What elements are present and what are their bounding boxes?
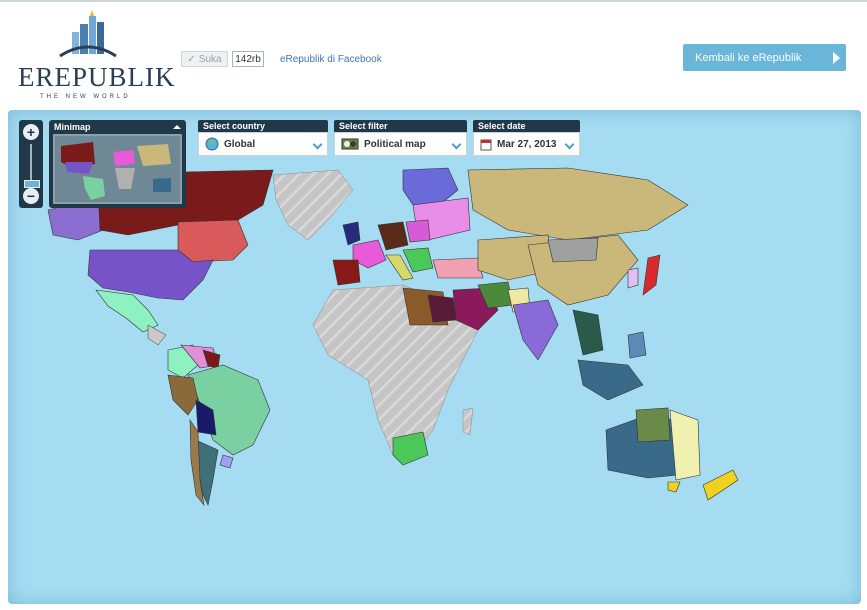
chevron-down-icon[interactable]: [312, 139, 323, 150]
globe-icon: [205, 137, 219, 151]
country-selector-label: Select country: [198, 120, 328, 132]
region-turkey: [432, 257, 484, 279]
region-egypt: [427, 294, 457, 323]
filter-dropdown[interactable]: Political map: [334, 132, 467, 156]
region-mongolia: [547, 237, 599, 263]
region-india: [512, 299, 559, 361]
minimap-image: [53, 134, 182, 204]
building-logo-icon: [59, 10, 117, 58]
calendar-icon: [480, 139, 492, 150]
minimap-view[interactable]: [53, 134, 182, 204]
region-japan: [642, 254, 661, 296]
zoom-control[interactable]: + −: [19, 120, 43, 208]
region-south-africa: [392, 431, 429, 466]
world-map[interactable]: + − Minimap Select country Global Select…: [8, 110, 861, 604]
zoom-track[interactable]: [30, 144, 32, 184]
region-southeast-asia: [572, 309, 604, 356]
region-tasmania: [667, 481, 681, 493]
checkmark-icon: ✓: [187, 53, 196, 65]
logo-tagline: THE NEW WORLD: [40, 94, 131, 100]
region-korea: [627, 267, 639, 289]
region-caribbean: [147, 324, 167, 346]
minimap-panel[interactable]: Minimap: [49, 120, 186, 208]
filter-selected-value: Political map: [364, 138, 426, 150]
minimap-title: Minimap: [54, 122, 91, 132]
country-selected-value: Global: [224, 138, 256, 150]
region-russia: [467, 167, 689, 241]
region-greenland: [272, 169, 354, 241]
zoom-out-icon[interactable]: −: [23, 188, 39, 204]
erepublik-logo[interactable]: EREPUBLIK THE NEW WORLD: [18, 10, 175, 100]
like-count: 142rb: [232, 51, 264, 67]
region-uruguay: [219, 454, 234, 469]
date-selector[interactable]: Select date Mar 27, 2013: [473, 120, 580, 156]
filter-selector[interactable]: Select filter Political map: [334, 120, 467, 156]
region-new-zealand: [702, 469, 739, 501]
minimap-collapse-icon[interactable]: [173, 125, 181, 129]
country-selector[interactable]: Select country Global: [198, 120, 328, 156]
date-dropdown[interactable]: Mar 27, 2013: [473, 132, 580, 156]
chevron-down-icon[interactable]: [451, 139, 462, 150]
back-button-label: Kembali ke eRepublik: [695, 51, 802, 64]
region-indonesia: [577, 359, 644, 401]
region-spain: [332, 259, 361, 286]
political-map-icon: [341, 138, 359, 150]
region-australia-north: [635, 407, 671, 443]
arrow-right-icon: [833, 52, 840, 64]
date-selector-label: Select date: [473, 120, 580, 132]
region-uk: [342, 221, 361, 246]
top-border: [0, 0, 867, 2]
logo-wordmark: EREPUBLIK: [18, 62, 176, 92]
zoom-slider-handle[interactable]: [24, 180, 40, 188]
facebook-like-button[interactable]: ✓ Suka: [181, 51, 228, 67]
like-label: Suka: [198, 53, 222, 65]
region-poland: [405, 219, 431, 243]
region-madagascar: [462, 407, 474, 436]
region-philippines: [627, 331, 647, 359]
facebook-link[interactable]: eRepublik di Facebook: [280, 54, 382, 65]
country-dropdown[interactable]: Global: [198, 132, 328, 156]
chevron-down-icon[interactable]: [564, 139, 575, 150]
region-peru: [167, 374, 199, 416]
zoom-in-icon[interactable]: +: [23, 124, 39, 140]
region-canada-east: [177, 219, 249, 263]
region-germany: [377, 221, 409, 251]
date-selected-value: Mar 27, 2013: [497, 138, 557, 150]
back-to-erepublik-button[interactable]: Kembali ke eRepublik: [683, 44, 846, 71]
filter-selector-label: Select filter: [334, 120, 467, 132]
